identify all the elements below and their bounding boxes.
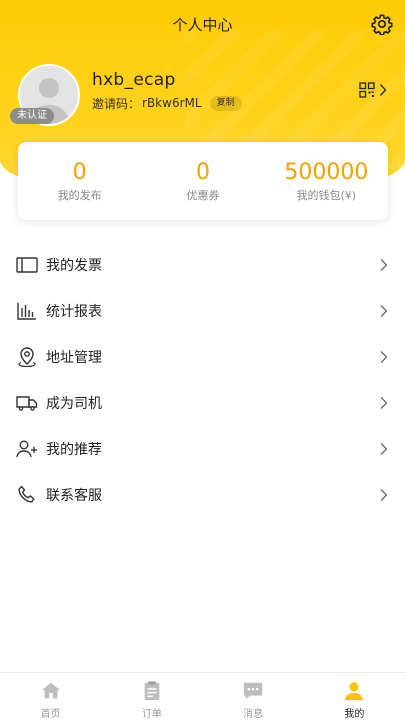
menu-item-label: 地址管理 [46,350,102,366]
clipboard-icon [144,681,160,701]
qr-code-button[interactable] [359,82,387,98]
tab-orders[interactable]: 订单 [101,673,202,720]
chevron-right-icon [379,84,387,96]
menu-item-label: 联系客服 [46,488,102,504]
tab-label: 订单 [141,709,162,720]
chevron-right-icon [380,443,388,455]
copy-invite-code-button[interactable]: 复制 [209,95,242,111]
invite-code-row: 邀请码： rBkw6rML 复制 [92,95,242,111]
stat-value: 500000 [284,160,369,185]
bar-chart-icon [16,300,38,322]
menu-item-address[interactable]: 地址管理 [0,334,405,380]
menu-item-label: 我的推荐 [46,442,102,458]
gear-icon [371,14,393,36]
phone-icon [16,484,38,506]
invite-code-value: rBkw6rML [142,96,202,110]
stat-label: 优惠券 [186,189,220,202]
menu-list: 我的发票 统计报表 地址管理 成为司机 我的推荐 联系客服 [0,242,405,518]
top-bar: 个人中心 [0,0,405,48]
tab-home[interactable]: 首页 [0,673,101,720]
settings-button[interactable] [371,13,393,36]
stat-my-posts[interactable]: 0 我的发布 [18,142,141,220]
stat-value: 0 [195,160,210,185]
tab-mine[interactable]: 我的 [304,673,405,720]
menu-item-invoices[interactable]: 我的发票 [0,242,405,288]
stat-value: 0 [72,160,87,185]
tab-messages[interactable]: 消息 [203,673,304,720]
chevron-right-icon [380,305,388,317]
qr-code-icon [359,82,375,98]
username: hxb_ecap [92,70,176,90]
chevron-right-icon [380,397,388,409]
stat-coupons[interactable]: 0 优惠券 [141,142,264,220]
add-user-icon [16,438,38,460]
tab-label: 消息 [243,709,264,720]
page-title: 个人中心 [172,16,233,34]
stat-wallet[interactable]: 500000 我的钱包(¥) [265,142,388,220]
location-pin-icon [16,346,38,368]
stat-label: 我的发布 [57,189,102,202]
menu-item-label: 成为司机 [46,396,102,412]
menu-item-label: 统计报表 [46,304,102,320]
stats-card: 0 我的发布 0 优惠券 500000 我的钱包(¥) [18,142,388,220]
menu-item-customer-service[interactable]: 联系客服 [0,472,405,518]
user-icon [345,682,364,701]
invite-code-label: 邀请码： [92,96,141,111]
chat-icon [243,682,263,700]
stat-label: 我的钱包(¥) [296,189,357,202]
menu-item-become-driver[interactable]: 成为司机 [0,380,405,426]
menu-item-label: 我的发票 [46,258,102,274]
home-icon [41,682,60,699]
invoice-icon [16,254,38,276]
chevron-right-icon [380,351,388,363]
menu-item-statistics[interactable]: 统计报表 [0,288,405,334]
verification-status-badge[interactable]: 未认证 [10,108,54,124]
truck-icon [16,392,38,414]
chevron-right-icon [380,489,388,501]
menu-item-referrals[interactable]: 我的推荐 [0,426,405,472]
bottom-tab-bar: 首页 订单 消息 我的 [0,672,405,720]
tab-label: 首页 [40,709,61,720]
chevron-right-icon [380,259,388,271]
tab-label: 我的 [344,709,365,720]
